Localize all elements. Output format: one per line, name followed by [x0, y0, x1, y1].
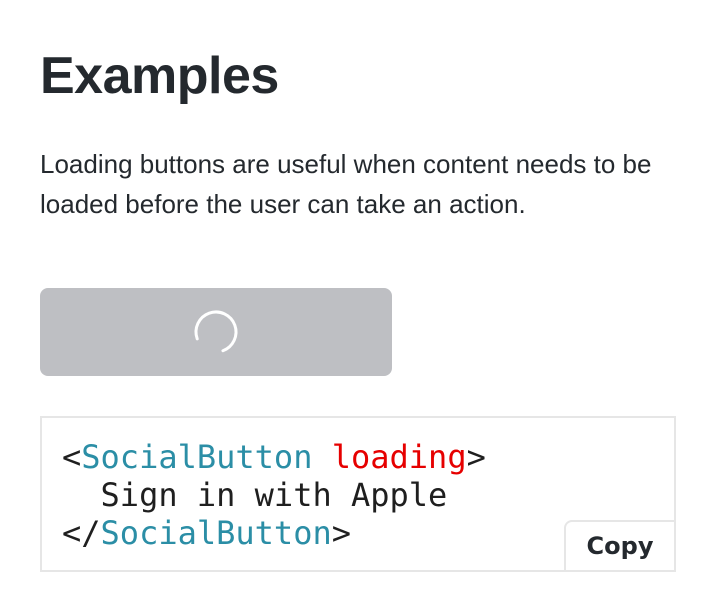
code-close-gt: >: [331, 514, 351, 552]
code-snippet: <SocialButton loading> Sign in with Appl…: [62, 438, 486, 552]
section-description: Loading buttons are useful when content …: [40, 149, 652, 219]
code-component-name: SocialButton: [81, 438, 313, 476]
code-example: <SocialButton loading> Sign in with Appl…: [40, 416, 676, 572]
code-attribute: loading: [331, 438, 467, 476]
docs-page: Examples Loading buttons are useful when…: [0, 0, 718, 614]
code-open-lt: <: [62, 438, 82, 476]
code-close-component-name: SocialButton: [100, 514, 332, 552]
code-close-lt: </: [62, 514, 101, 552]
social-loading-button[interactable]: [40, 288, 392, 376]
page-title: Examples: [40, 47, 279, 105]
code-open-gt: >: [466, 438, 486, 476]
copy-button[interactable]: Copy: [564, 520, 676, 572]
spinner-icon: [194, 310, 238, 354]
code-child-text: Sign in with Apple: [100, 476, 448, 514]
